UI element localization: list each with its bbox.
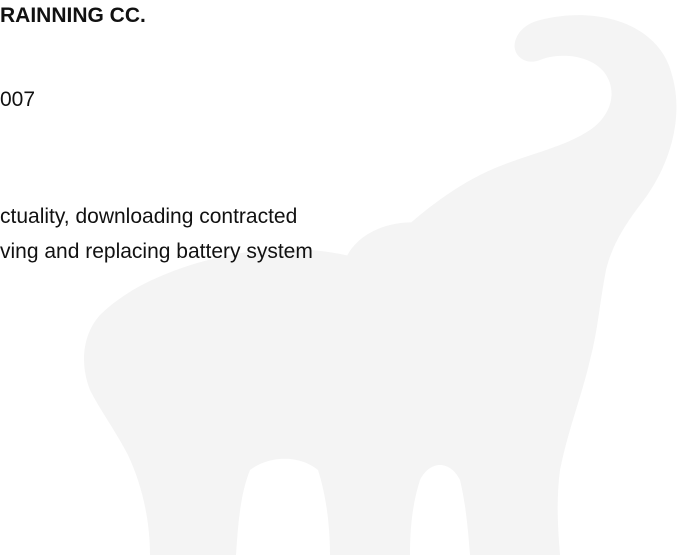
document-heading: RAINNING CC.	[0, 4, 146, 27]
description-line-2: ving and replacing battery system	[0, 240, 313, 263]
elephant-watermark-icon	[84, 15, 677, 555]
description-line-1: ctuality, downloading contracted	[0, 205, 298, 228]
document-page: RAINNING CC. 007 ctuality, downloading c…	[0, 0, 685, 555]
year-fragment: 007	[0, 88, 36, 111]
